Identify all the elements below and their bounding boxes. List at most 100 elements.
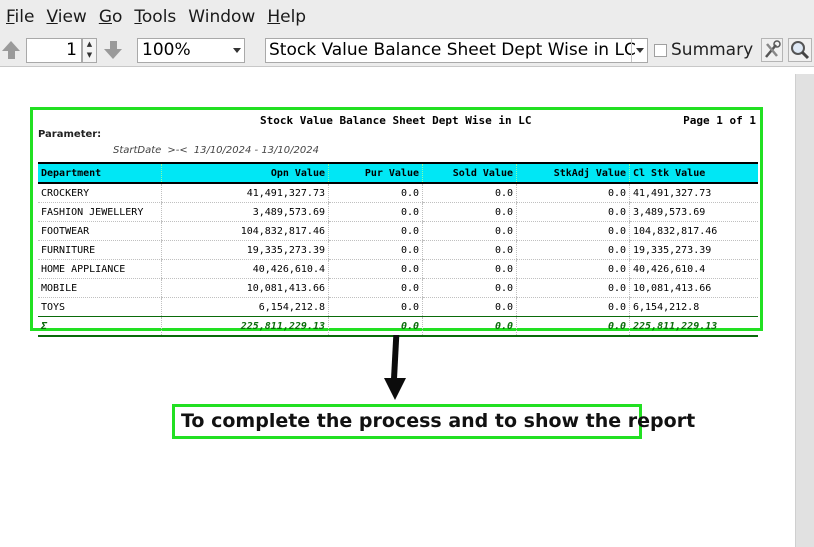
department-cell: FURNITURE [38,240,162,260]
menu-help-mnemonic: H [267,7,281,27]
summary-label: Summary [671,40,754,60]
value-cell: 0.0 [516,278,630,298]
value-cell: 41,491,327.73 [161,183,329,203]
menu-window[interactable]: Window [182,0,261,34]
table-row: TOYS 6,154,212.8 0.0 0.0 0.0 6,154,212.8 [38,297,758,317]
value-cell: 0.0 [516,259,630,279]
menu-go-rest: o [112,7,123,27]
menu-tools-rest: ools [141,7,177,27]
vertical-scrollbar[interactable] [795,74,814,547]
value-cell: 104,832,817.46 [161,221,329,241]
department-cell: HOME APPLIANCE [38,259,162,279]
column-header: Department [38,162,162,184]
summary-checkbox[interactable] [654,44,667,57]
parameter-label: Parameter: [38,129,102,140]
value-cell: 0.0 [328,221,423,241]
value-cell: 19,335,273.39 [161,240,329,260]
value-cell: 0.0 [328,316,423,337]
table-header-row: Department Opn Value Pur Value Sold Valu… [38,162,758,184]
value-cell: 0.0 [516,316,630,337]
report-page-number: Page 1 of 1 [683,114,756,127]
value-cell: 0.0 [516,183,630,203]
settings-tools-button[interactable] [761,38,783,62]
chevron-down-icon [636,48,644,53]
column-header: StkAdj Value [516,162,630,184]
parameter-name: StartDate [113,145,162,156]
menu-view-rest: iew [57,7,87,27]
total-row: Σ 225,811,229.13 0.0 0.0 0.0 225,811,229.13 [38,316,758,337]
department-cell: TOYS [38,297,162,317]
value-cell: 0.0 [516,202,630,222]
table-row: FURNITURE 19,335,273.39 0.0 0.0 0.0 19,335,27… [38,240,758,260]
value-cell: 225,811,229.13 [161,316,329,337]
value-cell: 104,832,817.46 [629,221,758,241]
department-cell: CROCKERY [38,183,162,203]
value-cell: 0.0 [516,221,630,241]
table-row: MOBILE 10,081,413.66 0.0 0.0 0.0 10,081,413.6… [38,278,758,298]
department-cell: FASHION JEWELLERY [38,202,162,222]
table-row: HOME APPLIANCE 40,426,610.4 0.0 0.0 0.0 40,42… [38,259,758,279]
value-cell: 3,489,573.69 [161,202,329,222]
arrow-down-icon [104,41,122,59]
column-header: Opn Value [161,162,329,184]
value-cell: 40,426,610.4 [629,259,758,279]
value-cell: 0.0 [422,259,517,279]
menu-file-rest: ile [14,7,35,27]
menu-go[interactable]: Go [93,0,129,34]
column-header: Pur Value [328,162,423,184]
menu-file[interactable]: File [0,0,40,34]
menu-help-rest: elp [280,7,307,27]
report-select[interactable]: Stock Value Balance Sheet Dept Wise in L… [265,38,648,63]
value-cell: 0.0 [422,278,517,298]
tools-icon [765,40,781,58]
page-number-input[interactable]: 1 [26,38,82,63]
total-symbol: Σ [38,316,162,337]
menu-view-mnemonic: V [46,7,58,27]
value-cell: 40,426,610.4 [161,259,329,279]
value-cell: 0.0 [328,202,423,222]
value-cell: 41,491,327.73 [629,183,758,203]
value-cell: 6,154,212.8 [161,297,329,317]
report-title: Stock Value Balance Sheet Dept Wise in L… [260,114,532,127]
report-select-dropdown[interactable] [631,39,647,62]
department-cell: MOBILE [38,278,162,298]
value-cell: 0.0 [422,240,517,260]
value-cell: 0.0 [422,183,517,203]
value-cell: 0.0 [328,278,423,298]
parameter-value: 13/10/2024 - 13/10/2024 [193,145,319,156]
department-cell: FOOTWEAR [38,221,162,241]
annotation-callout: To complete the process and to show the … [172,404,695,439]
page-spinner[interactable]: ▲ ▼ [82,38,97,63]
value-cell: 10,081,413.66 [161,278,329,298]
arrow-up-icon [2,41,20,59]
table-row: FASHION JEWELLERY 3,489,573.69 0.0 0.0 0.0 3,… [38,202,758,222]
value-cell: 0.0 [516,297,630,317]
menu-help[interactable]: Help [261,0,312,34]
value-cell: 0.0 [516,240,630,260]
table-row: FOOTWEAR 104,832,817.46 0.0 0.0 0.0 104,832,8… [38,221,758,241]
report-table: Department Opn Value Pur Value Sold Valu… [38,162,758,337]
menu-go-mnemonic: G [98,7,112,27]
menu-window-label: Window [188,7,256,27]
arrow-down-icon [384,378,406,400]
search-button[interactable] [788,38,812,62]
value-cell: 19,335,273.39 [629,240,758,260]
previous-page-button[interactable] [0,38,22,62]
spinner-up-icon[interactable]: ▲ [83,39,96,50]
value-cell: 0.0 [328,240,423,260]
table-row: CROCKERY 41,491,327.73 0.0 0.0 0.0 41,491,327… [38,183,758,203]
menu-file-mnemonic: F [6,7,15,27]
value-cell: 0.0 [422,316,517,337]
value-cell: 6,154,212.8 [629,297,758,317]
menu-view[interactable]: View [40,0,92,34]
report-select-value: Stock Value Balance Sheet Dept Wise in L… [269,40,636,60]
menu-tools[interactable]: Tools [128,0,182,34]
zoom-select[interactable]: 100% [137,38,245,63]
spinner-down-icon[interactable]: ▼ [83,50,96,61]
report-content: Stock Value Balance Sheet Dept Wise in L… [30,107,763,337]
column-header: Sold Value [422,162,517,184]
next-page-button[interactable] [102,38,124,62]
value-cell: 225,811,229.13 [629,316,758,337]
column-header: Cl Stk Value [629,162,758,184]
value-cell: 0.0 [422,202,517,222]
